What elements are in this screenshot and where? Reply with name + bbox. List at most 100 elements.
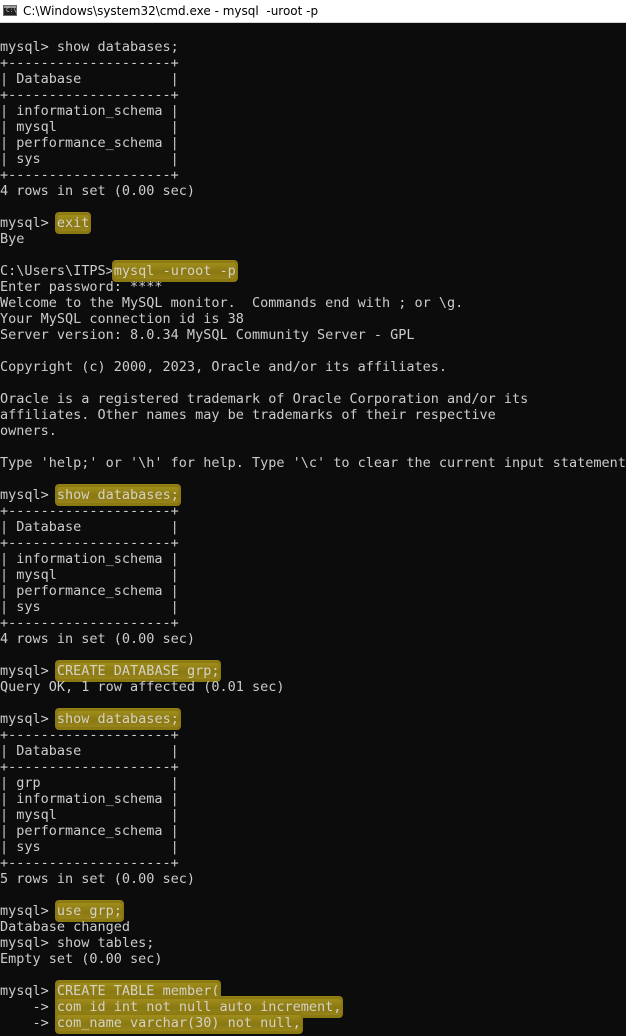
console-line-text: mysql> show databases; (0, 39, 179, 55)
console-line: Welcome to the MySQL monitor. Commands e… (0, 295, 463, 311)
console-line-text: | performance_schema | (0, 823, 179, 839)
console-line: | mysql | (0, 567, 179, 583)
console-line-text: -> (0, 1015, 57, 1031)
console-line-text: Enter password: **** (0, 279, 163, 295)
console-line-text: 5 rows in set (0.00 sec) (0, 871, 196, 887)
console-line: | performance_schema | (0, 583, 179, 599)
highlighted-command: mysql -uroot -p (113, 263, 236, 279)
console-line: C:\Users\ITPS>mysql -uroot -p (0, 263, 236, 279)
highlighted-command: exit (56, 215, 90, 231)
console-line-text: mysql> show tables; (0, 935, 155, 951)
console-line: mysql> show databases; (0, 39, 179, 55)
console-line: +--------------------+ (0, 55, 179, 71)
console-line-text: +--------------------+ (0, 55, 179, 71)
console-line: +--------------------+ (0, 87, 179, 103)
console-line: 5 rows in set (0.00 sec) (0, 871, 195, 887)
cmd-icon-glyph: C:\ (6, 7, 17, 14)
console-line: | sys | (0, 151, 179, 167)
console-line-text: +--------------------+ (0, 855, 179, 871)
console-line-text: | mysql | (0, 567, 179, 583)
console-line: Bye (0, 231, 24, 247)
console-line: | information_schema | (0, 791, 179, 807)
console-line-text: affiliates. Other names may be trademark… (0, 407, 496, 423)
console-line-text: mysql> (0, 711, 57, 727)
console-line: +--------------------+ (0, 759, 179, 775)
console-line-text: C:\Users\ITPS> (0, 263, 114, 279)
console-output[interactable]: mysql> show databases; +-----------------… (0, 23, 626, 1036)
console-line-text: | sys | (0, 839, 179, 855)
console-line: | sys | (0, 599, 179, 615)
console-line: Type 'help;' or '\h' for help. Type '\c'… (0, 455, 626, 471)
console-line: Server version: 8.0.34 MySQL Community S… (0, 327, 415, 343)
console-line: | sys | (0, 839, 179, 855)
console-line-text: +--------------------+ (0, 535, 179, 551)
console-line-text: | performance_schema | (0, 135, 179, 151)
console-line: Database changed (0, 919, 130, 935)
console-line: | mysql | (0, 807, 179, 823)
console-line-text: | information_schema | (0, 551, 179, 567)
highlighted-command: show databases; (56, 487, 179, 503)
console-line: -> com_name varchar(30) not null, (0, 1015, 301, 1031)
highlighted-command: com_name varchar(30) not null, (56, 1015, 301, 1031)
console-line-text: | Database | (0, 519, 179, 535)
console-line-text: | sys | (0, 151, 179, 167)
console-line-text: | Database | (0, 743, 179, 759)
console-line: +--------------------+ (0, 535, 179, 551)
console-line: Copyright (c) 2000, 2023, Oracle and/or … (0, 359, 447, 375)
console-line-text: Type 'help;' or '\h' for help. Type '\c'… (0, 455, 626, 471)
cmd-window: C:\ C:\Windows\system32\cmd.exe - mysql … (0, 0, 626, 1036)
console-line: | information_schema | (0, 103, 179, 119)
console-line-text: Server version: 8.0.34 MySQL Community S… (0, 327, 415, 343)
console-line: mysql> CREATE DATABASE grp; (0, 663, 220, 679)
console-line-text: | information_schema | (0, 103, 179, 119)
console-line: owners. (0, 423, 57, 439)
console-line-text: Database changed (0, 919, 131, 935)
highlighted-command: use grp; (56, 903, 122, 919)
console-line: Your MySQL connection id is 38 (0, 311, 244, 327)
console-line-text: 4 rows in set (0.00 sec) (0, 631, 196, 647)
console-line: mysql> use grp; (0, 903, 122, 919)
console-line-text: mysql> (0, 903, 57, 919)
console-line: Empty set (0.00 sec) (0, 951, 163, 967)
console-line-text: | mysql | (0, 807, 179, 823)
cmd-icon[interactable]: C:\ (3, 5, 17, 16)
console-line-text: 4 rows in set (0.00 sec) (0, 183, 196, 199)
console-line-text: -> (0, 999, 57, 1015)
console-line: | Database | (0, 519, 179, 535)
console-line: +--------------------+ (0, 727, 179, 743)
console-line: mysql> show databases; (0, 487, 179, 503)
console-line-text: Copyright (c) 2000, 2023, Oracle and/or … (0, 359, 448, 375)
highlighted-command: CREATE TABLE member( (56, 983, 220, 999)
console-line-text: Bye (0, 231, 25, 247)
console-line-text: +--------------------+ (0, 503, 179, 519)
console-line: -> com_id int not null auto_increment, (0, 999, 342, 1015)
console-line: +--------------------+ (0, 855, 179, 871)
highlighted-command: CREATE DATABASE grp; (56, 663, 220, 679)
console-line-text: mysql> (0, 215, 57, 231)
console-line-text: Welcome to the MySQL monitor. Commands e… (0, 295, 464, 311)
console-line: +--------------------+ (0, 615, 179, 631)
console-line-text: | information_schema | (0, 791, 179, 807)
console-line: mysql> show databases; (0, 711, 179, 727)
console-line: 4 rows in set (0.00 sec) (0, 631, 195, 647)
console-line-text: +--------------------+ (0, 759, 179, 775)
highlighted-command: show databases; (56, 711, 179, 727)
highlighted-command: com_id int not null auto_increment, (56, 999, 342, 1015)
console-line-text: | sys | (0, 599, 179, 615)
console-line: | Database | (0, 743, 179, 759)
console-line-text: mysql> (0, 983, 57, 999)
window-title: C:\Windows\system32\cmd.exe - mysql -uro… (23, 4, 319, 18)
console-line-text: +--------------------+ (0, 87, 179, 103)
console-line: mysql> show tables; (0, 935, 154, 951)
console-line: | performance_schema | (0, 823, 179, 839)
console-line-text: Oracle is a registered trademark of Orac… (0, 391, 529, 407)
console-line: mysql> CREATE TABLE member( (0, 983, 220, 999)
console-line-text: +--------------------+ (0, 167, 179, 183)
title-bar[interactable]: C:\ C:\Windows\system32\cmd.exe - mysql … (0, 0, 626, 23)
console-line: Query OK, 1 row affected (0.01 sec) (0, 679, 284, 695)
console-line: Oracle is a registered trademark of Orac… (0, 391, 528, 407)
console-line-text: mysql> (0, 487, 57, 503)
console-line-text: | grp | (0, 775, 179, 791)
console-line-text: +--------------------+ (0, 727, 179, 743)
console-line-text: mysql> (0, 663, 57, 679)
